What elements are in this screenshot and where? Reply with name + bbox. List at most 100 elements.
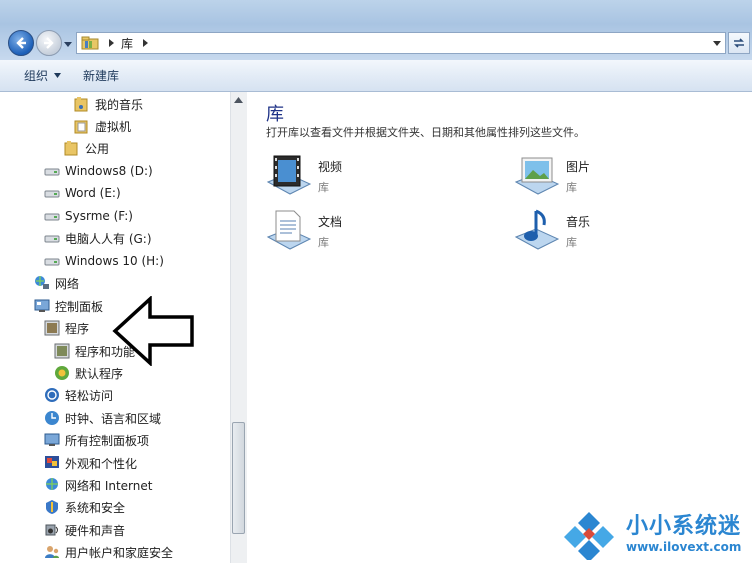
watermark-title: 小小系统迷 xyxy=(626,514,742,539)
appearance-icon xyxy=(45,456,59,468)
pointer-arrow-icon xyxy=(112,296,194,366)
library-name: 图片 xyxy=(566,160,591,174)
breadcrumb-separator-icon[interactable] xyxy=(107,39,115,47)
forward-button[interactable] xyxy=(36,30,62,56)
sidebar-item-user-accounts[interactable]: 用户帐户和家庭安全 xyxy=(44,542,173,562)
sidebar-item-drive-h[interactable]: Windows 10 (H:) xyxy=(44,251,164,271)
library-view: 库 打开库以查看文件并根据文件夹、日期和其他属性排列这些文件。 视频 库 图片 … xyxy=(248,92,752,563)
drive-icon xyxy=(44,258,60,266)
sidebar-item-clock-language[interactable]: 时钟、语言和区域 xyxy=(44,408,161,428)
sidebar-item-drive-d[interactable]: Windows8 (D:) xyxy=(44,161,153,181)
sidebar-item-public[interactable]: 公用 xyxy=(64,138,109,158)
site-watermark: 小小系统迷 www.ilovext.com xyxy=(560,506,750,562)
page-description: 打开库以查看文件并根据文件夹、日期和其他属性排列这些文件。 xyxy=(266,126,585,139)
library-type: 库 xyxy=(566,236,577,249)
address-bar[interactable]: 库 xyxy=(76,32,726,54)
chevron-up-icon xyxy=(234,97,243,103)
video-library-icon xyxy=(266,155,312,195)
sidebar-item-label: Sysrme (F:) xyxy=(65,209,133,223)
refresh-button[interactable] xyxy=(728,32,750,54)
sidebar-item-label: 控制面板 xyxy=(55,299,104,314)
library-name: 视频 xyxy=(318,160,343,174)
library-folder-icon xyxy=(81,36,99,50)
sidebar-item-all-cp-items[interactable]: 所有控制面板项 xyxy=(44,430,149,450)
sidebar-item-drive-e[interactable]: Word (E:) xyxy=(44,183,121,203)
refresh-icon xyxy=(734,38,744,48)
sidebar-item-label: Windows 10 (H:) xyxy=(65,254,164,268)
organize-button[interactable]: 组织 xyxy=(24,67,62,84)
drive-icon xyxy=(44,168,60,176)
sidebar-item-label: 电脑人人有 (G:) xyxy=(65,231,152,246)
sidebar-item-label: 程序 xyxy=(65,321,90,336)
sidebar-item-label: 系统和安全 xyxy=(65,500,126,515)
sidebar-item-default-programs[interactable]: 默认程序 xyxy=(54,363,123,383)
sidebar-item-ease-of-access[interactable]: 轻松访问 xyxy=(44,385,113,405)
drive-icon xyxy=(44,190,60,198)
sidebar-item-programs[interactable]: 程序 xyxy=(44,318,89,338)
default-programs-icon xyxy=(55,366,69,380)
breadcrumb-library[interactable]: 库 xyxy=(121,35,133,52)
ease-of-access-icon xyxy=(45,388,59,402)
library-type: 库 xyxy=(318,236,329,249)
pictures-library-icon xyxy=(514,157,560,195)
network-icon xyxy=(35,276,49,289)
address-history-chevron-icon[interactable] xyxy=(713,39,721,47)
control-panel-icon xyxy=(34,299,50,312)
sidebar-item-label: Windows8 (D:) xyxy=(65,164,153,178)
programs-icon xyxy=(44,320,60,336)
all-cp-items-icon xyxy=(44,433,60,446)
library-item-music[interactable]: 音乐 库 xyxy=(512,207,590,255)
back-button[interactable] xyxy=(8,30,34,56)
library-type: 库 xyxy=(566,181,577,194)
sidebar-item-label: 硬件和声音 xyxy=(65,523,126,538)
sidebar-item-drive-f[interactable]: Sysrme (F:) xyxy=(44,206,133,226)
sidebar-item-hardware-sound[interactable]: 硬件和声音 xyxy=(44,520,125,540)
watermark-logo-icon xyxy=(564,512,614,560)
sidebar-item-label: 虚拟机 xyxy=(95,119,132,134)
sidebar-item-label: 时钟、语言和区域 xyxy=(65,411,162,426)
library-item-videos[interactable]: 视频 库 xyxy=(264,152,342,200)
scroll-up-button[interactable] xyxy=(230,92,247,108)
sidebar-item-label: 所有控制面板项 xyxy=(65,433,150,448)
sidebar-item-my-music[interactable]: 我的音乐 xyxy=(74,94,143,114)
sidebar-item-label: 用户帐户和家庭安全 xyxy=(65,545,174,560)
new-library-label: 新建库 xyxy=(83,69,120,83)
page-title: 库 xyxy=(266,104,284,125)
folder-icon xyxy=(74,120,88,134)
library-item-documents[interactable]: 文档 库 xyxy=(264,207,342,255)
command-toolbar: 组织 新建库 xyxy=(0,60,752,92)
chevron-down-icon xyxy=(54,73,62,78)
sidebar-item-label: Word (E:) xyxy=(65,186,121,200)
sidebar-item-vm[interactable]: 虚拟机 xyxy=(74,116,131,136)
user-accounts-icon xyxy=(45,546,59,558)
library-item-pictures[interactable]: 图片 库 xyxy=(512,152,590,200)
sidebar-item-label: 默认程序 xyxy=(75,366,124,381)
scrollbar-thumb[interactable] xyxy=(232,422,245,534)
sidebar-item-system-security[interactable]: 系统和安全 xyxy=(44,497,125,517)
sidebar-item-label: 公用 xyxy=(85,141,110,156)
sidebar-item-label: 网络和 Internet xyxy=(65,478,153,493)
drive-icon xyxy=(44,213,60,221)
arrow-left-icon xyxy=(16,37,26,49)
system-security-icon xyxy=(46,500,58,514)
sidebar-item-appearance[interactable]: 外观和个性化 xyxy=(44,453,137,473)
organize-label: 组织 xyxy=(24,69,49,83)
music-library-icon xyxy=(514,209,560,250)
sidebar-item-label: 外观和个性化 xyxy=(65,456,138,471)
watermark-url: www.ilovext.com xyxy=(626,540,742,554)
folder-icon xyxy=(64,141,78,156)
sidebar-item-drive-g[interactable]: 电脑人人有 (G:) xyxy=(44,228,152,248)
sidebar-item-network[interactable]: 网络 xyxy=(34,273,79,293)
folder-music-icon xyxy=(74,97,88,112)
network-internet-icon xyxy=(46,478,58,490)
sidebar-item-label: 网络 xyxy=(55,276,80,291)
drive-icon xyxy=(44,235,60,243)
sidebar-item-control-panel[interactable]: 控制面板 xyxy=(34,296,103,316)
recent-pages-chevron-icon[interactable] xyxy=(64,40,72,48)
breadcrumb-separator-icon[interactable] xyxy=(141,39,149,47)
arrow-right-icon xyxy=(44,37,54,49)
clock-language-icon xyxy=(45,411,59,425)
library-type: 库 xyxy=(318,181,329,194)
new-library-button[interactable]: 新建库 xyxy=(83,67,119,84)
sidebar-item-network-internet[interactable]: 网络和 Internet xyxy=(44,475,152,495)
